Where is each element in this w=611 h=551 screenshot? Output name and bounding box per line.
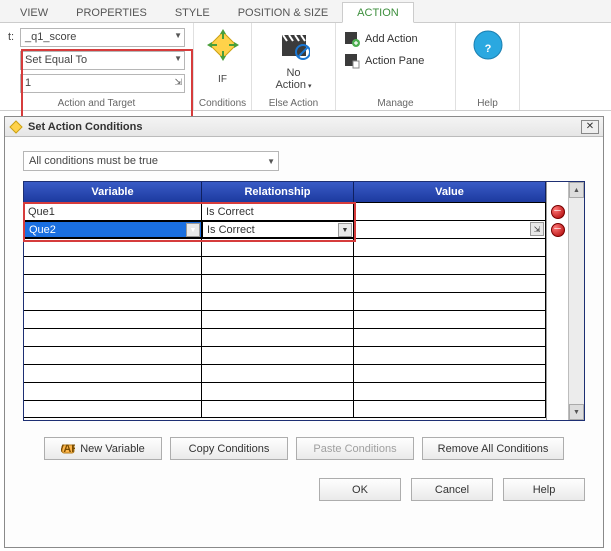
variable-icon: VAR	[61, 442, 75, 456]
chevron-down-icon[interactable]: ▼	[338, 223, 352, 237]
cell-value[interactable]: ⇲	[354, 221, 546, 238]
svg-text:?: ?	[484, 43, 491, 55]
table-row[interactable]	[24, 256, 546, 274]
new-variable-button[interactable]: VAR New Variable	[44, 437, 162, 460]
svg-text:VAR: VAR	[61, 443, 75, 455]
else-action-button[interactable]	[278, 29, 310, 61]
expand-icon: ⇲	[174, 77, 182, 88]
clapper-pane-icon	[344, 53, 360, 69]
expand-icon[interactable]: ⇲	[530, 222, 544, 236]
tab-properties[interactable]: PROPERTIES	[62, 3, 161, 22]
col-variable: Variable	[24, 182, 202, 202]
cancel-button[interactable]: Cancel	[411, 478, 493, 501]
dialog-set-action-conditions: Set Action Conditions ✕ All conditions m…	[4, 116, 604, 548]
target-label: t:	[8, 31, 20, 43]
dialog-button-row: VAR New Variable Copy Conditions Paste C…	[23, 437, 585, 460]
clapper-icon	[278, 29, 310, 61]
ribbon-tabs: VIEW PROPERTIES STYLE POSITION & SIZE AC…	[0, 0, 611, 23]
delete-column: － －	[546, 182, 568, 420]
add-action-button[interactable]: Add Action	[344, 29, 447, 49]
value-text: 1	[25, 77, 31, 89]
if-icon	[207, 29, 239, 61]
conditions-table: Variable Relationship Value Que1 Is Corr…	[23, 181, 585, 421]
help-button[interactable]: Help	[503, 478, 585, 501]
group-conditions: IF Conditions	[194, 23, 252, 110]
target-value: _q1_score	[25, 31, 76, 43]
dialog-titlebar: Set Action Conditions ✕	[5, 117, 603, 137]
scroll-down-icon[interactable]: ▼	[569, 404, 584, 420]
tab-position-size[interactable]: POSITION & SIZE	[224, 3, 342, 22]
table-row[interactable]	[24, 328, 546, 346]
group-manage: Add Action Action Pane Manage	[336, 23, 456, 110]
help-icon: ?	[472, 29, 504, 61]
table-row[interactable]	[24, 364, 546, 382]
cell-relationship[interactable]: Is Correct	[202, 203, 354, 220]
dialog-icon	[9, 120, 23, 134]
target-dropdown[interactable]: _q1_score ▼	[20, 28, 185, 47]
else-action-label: NoAction ▾	[275, 67, 311, 91]
action-pane-label: Action Pane	[365, 55, 424, 67]
group-action-target: t: _q1_score ▼ Set Equal To ▼ 1 ⇲	[0, 23, 194, 110]
table-row[interactable]	[24, 310, 546, 328]
table-header: Variable Relationship Value	[24, 182, 546, 202]
group-else-action: NoAction ▾ Else Action	[252, 23, 336, 110]
table-row[interactable]	[24, 292, 546, 310]
table-row[interactable]: Que1 Is Correct	[24, 202, 546, 220]
group-title-help: Help	[477, 97, 498, 109]
delete-row-button[interactable]: －	[551, 223, 565, 237]
clapper-add-icon	[344, 31, 360, 47]
chevron-down-icon[interactable]: ▼	[186, 223, 200, 237]
table-row[interactable]	[24, 238, 546, 256]
chevron-down-icon: ▼	[174, 31, 182, 40]
group-help: ? Help	[456, 23, 520, 110]
cell-variable[interactable]: Que2 ▼	[24, 221, 202, 238]
chevron-down-icon: ▼	[267, 157, 275, 166]
operation-value: Set Equal To	[25, 54, 87, 66]
table-row[interactable]: Que2 ▼ Is Correct ▼ ⇲	[24, 220, 546, 238]
group-title-conditions: Conditions	[199, 97, 246, 109]
condition-mode-dropdown[interactable]: All conditions must be true ▼	[23, 151, 279, 171]
col-value: Value	[354, 182, 546, 202]
condition-mode-value: All conditions must be true	[29, 155, 158, 167]
cell-value[interactable]	[354, 203, 546, 220]
table-row[interactable]	[24, 346, 546, 364]
scrollbar[interactable]: ▲ ▼	[568, 182, 584, 420]
dialog-title: Set Action Conditions	[28, 121, 581, 133]
group-title-manage: Manage	[344, 97, 447, 109]
chevron-down-icon: ▼	[174, 54, 182, 63]
table-row[interactable]	[24, 400, 546, 418]
add-action-label: Add Action	[365, 33, 418, 45]
scroll-up-icon[interactable]: ▲	[569, 182, 584, 198]
table-row[interactable]	[24, 274, 546, 292]
action-pane-button[interactable]: Action Pane	[344, 51, 447, 71]
delete-row-button[interactable]: －	[551, 205, 565, 219]
tab-action[interactable]: ACTION	[342, 2, 414, 23]
ok-button[interactable]: OK	[319, 478, 401, 501]
tab-view[interactable]: VIEW	[6, 3, 62, 22]
paste-conditions-button: Paste Conditions	[296, 437, 414, 460]
copy-conditions-button[interactable]: Copy Conditions	[170, 437, 288, 460]
remove-all-conditions-button[interactable]: Remove All Conditions	[422, 437, 564, 460]
close-button[interactable]: ✕	[581, 120, 599, 134]
ribbon: t: _q1_score ▼ Set Equal To ▼ 1 ⇲	[0, 23, 611, 111]
cell-variable[interactable]: Que1	[24, 203, 202, 220]
help-button[interactable]: ?	[472, 29, 504, 61]
value-input[interactable]: 1 ⇲	[20, 74, 185, 93]
cell-relationship[interactable]: Is Correct ▼	[202, 221, 354, 238]
if-label: IF	[218, 74, 227, 85]
group-title-else: Else Action	[269, 97, 318, 109]
tab-style[interactable]: STYLE	[161, 3, 224, 22]
col-relationship: Relationship	[202, 182, 354, 202]
table-row[interactable]	[24, 382, 546, 400]
dialog-ok-row: OK Cancel Help	[23, 478, 585, 501]
operation-dropdown[interactable]: Set Equal To ▼	[20, 51, 185, 70]
if-button[interactable]	[207, 29, 239, 61]
group-title-action-target: Action and Target	[8, 97, 185, 109]
